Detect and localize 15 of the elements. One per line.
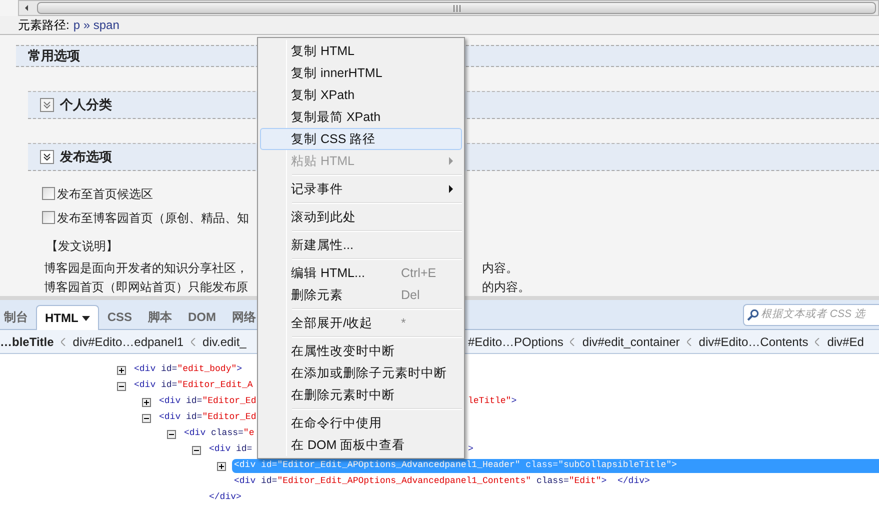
- notice-text: 内容。: [482, 260, 519, 277]
- notice-title: 【发文说明】: [46, 238, 118, 252]
- section-title: 常用选项: [28, 47, 80, 65]
- option-label: 发布至首页候选区: [57, 186, 153, 202]
- shortcut-text: Ctrl+E: [401, 264, 438, 282]
- shortcut-text: Del: [401, 286, 421, 304]
- notice-text: 博客园首页（即网站首页）只能发布原: [44, 279, 249, 296]
- notice-text: 的内容。: [482, 279, 531, 296]
- notice-text: 博客园是面向开发者的知识分享社区，: [44, 260, 249, 277]
- element-path: p » span: [73, 17, 120, 34]
- panel-title: 个人分类: [60, 96, 112, 114]
- panel-title: 发布选项: [60, 148, 112, 166]
- option-label: 发布至博客园首页（原创、精品、知: [57, 210, 249, 226]
- path-label: 元素路径:: [18, 17, 70, 34]
- shortcut-text: *: [401, 314, 407, 332]
